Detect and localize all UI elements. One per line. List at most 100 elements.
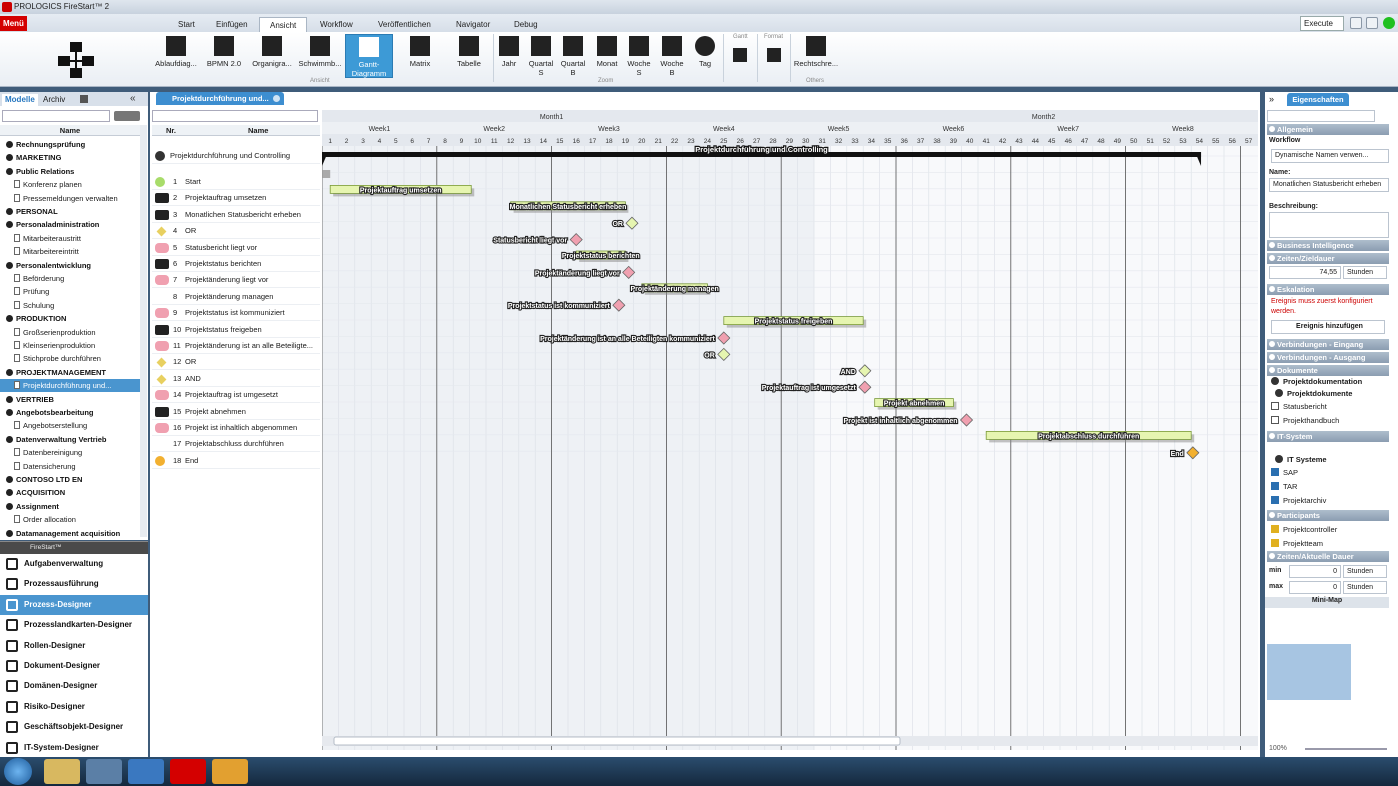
tree-group[interactable]: Personaladministration: [0, 218, 140, 231]
tab-modelle[interactable]: Modelle: [2, 94, 38, 106]
participant-projektteam[interactable]: Projektteam: [1271, 539, 1323, 548]
min-field[interactable]: 0: [1289, 565, 1341, 578]
section-verbindungen-ausgang[interactable]: Verbindungen - Ausgang: [1267, 352, 1389, 363]
minimap[interactable]: [1267, 644, 1351, 700]
tab-debug[interactable]: Debug: [504, 17, 548, 32]
tree-group[interactable]: PERSONAL: [0, 205, 140, 218]
zoom-quartal-b-button[interactable]: Quartal B: [558, 34, 588, 78]
tab-einfuegen[interactable]: Einfügen: [206, 17, 258, 32]
section-business-intelligence[interactable]: Business Intelligence: [1267, 240, 1389, 251]
designer-item[interactable]: Aufgabenverwaltung: [0, 554, 148, 574]
max-unit-select[interactable]: Stunden: [1343, 581, 1387, 594]
organigramm-button[interactable]: Organigra...: [248, 34, 296, 78]
zoom-monat-button[interactable]: Monat: [592, 34, 622, 78]
target-unit-select[interactable]: Stunden: [1343, 266, 1387, 279]
designer-item[interactable]: Rollen-Designer: [0, 636, 148, 656]
table-row[interactable]: 17 Projektabschluss durchführen: [152, 436, 320, 453]
zoom-jahr-button[interactable]: Jahr: [494, 34, 524, 78]
bpmn-button[interactable]: BPMN 2.0: [200, 34, 248, 78]
schwimmbahn-button[interactable]: Schwimmb...: [296, 34, 344, 78]
help-icon[interactable]: [1366, 17, 1378, 29]
doc-group-projektdokumentation[interactable]: Projektdokumentation: [1271, 377, 1362, 386]
tree-item[interactable]: Pressemeldungen verwalten: [0, 192, 140, 205]
add-event-button[interactable]: Ereignis hinzufügen: [1271, 320, 1385, 334]
expand-icon[interactable]: »: [1269, 94, 1274, 104]
tree-item[interactable]: Kleinserienproduktion: [0, 339, 140, 352]
table-row[interactable]: 6 Projektstatus berichten: [152, 256, 320, 272]
tree-item[interactable]: Konferenz planen: [0, 178, 140, 191]
tree-item[interactable]: Prüfung: [0, 285, 140, 298]
table-row[interactable]: 10 Projektstatus freigeben: [152, 322, 320, 338]
min-unit-select[interactable]: Stunden: [1343, 565, 1387, 578]
table-row[interactable]: 2 Projektauftrag umsetzen: [152, 190, 320, 207]
table-row[interactable]: 5 Statusbericht liegt vor: [152, 240, 320, 256]
table-row[interactable]: 13 AND: [152, 371, 320, 387]
designer-item[interactable]: Prozessausführung: [0, 574, 148, 594]
tab-start[interactable]: Start: [168, 17, 205, 32]
document-tab[interactable]: Projektdurchführung und...: [156, 92, 284, 105]
doc-statusbericht[interactable]: Statusbericht: [1271, 402, 1327, 411]
tree-group[interactable]: Rechnungsprüfung: [0, 138, 140, 151]
designer-item[interactable]: IT-System-Designer: [0, 738, 148, 758]
tab-veroeffentlichen[interactable]: Veröffentlichen: [368, 17, 441, 32]
tree-group[interactable]: CONTOSO LTD EN: [0, 473, 140, 486]
media-player-icon[interactable]: [86, 759, 122, 784]
target-duration-field[interactable]: 74,55: [1269, 266, 1341, 279]
tree-group[interactable]: MARKETING: [0, 151, 140, 164]
description-field[interactable]: [1269, 212, 1389, 238]
table-row[interactable]: 18 End: [152, 453, 320, 469]
trash-icon[interactable]: [80, 95, 88, 103]
tree-item[interactable]: Schulung: [0, 299, 140, 312]
tree-group[interactable]: PROJEKTMANAGEMENT: [0, 366, 140, 379]
properties-search-input[interactable]: [1267, 110, 1375, 122]
tree-item[interactable]: Großserienproduktion: [0, 326, 140, 339]
tree-item[interactable]: Beförderung: [0, 272, 140, 285]
section-verbindungen-eingang[interactable]: Verbindungen - Eingang: [1267, 339, 1389, 350]
document-search-input[interactable]: [152, 110, 318, 122]
it-tar[interactable]: TAR: [1271, 482, 1297, 491]
max-field[interactable]: 0: [1289, 581, 1341, 594]
designer-item[interactable]: Prozesslandkarten-Designer: [0, 615, 148, 635]
section-allgemein[interactable]: Allgemein: [1267, 124, 1389, 135]
designer-item[interactable]: Dokument-Designer: [0, 656, 148, 676]
matrix-button[interactable]: Matrix: [396, 34, 444, 78]
table-row[interactable]: 12 OR: [152, 354, 320, 371]
dynamic-names-button[interactable]: Dynamische Namen verwen...: [1271, 149, 1389, 163]
section-zeiten-aktuelle-dauer[interactable]: Zeiten/Aktuelle Dauer: [1267, 551, 1389, 562]
designer-item[interactable]: Geschäftsobjekt-Designer: [0, 717, 148, 737]
gantt-options-button[interactable]: [728, 46, 752, 76]
section-it-system[interactable]: IT-System: [1267, 431, 1389, 442]
firestart-taskbar-icon[interactable]: [170, 759, 206, 784]
outlook-icon[interactable]: [212, 759, 248, 784]
tree-group[interactable]: Assignment: [0, 500, 140, 513]
filter-icon[interactable]: [114, 111, 140, 121]
tree-item[interactable]: Angebotserstellung: [0, 419, 140, 432]
section-participants[interactable]: Participants: [1267, 510, 1389, 521]
root-row[interactable]: Projektdurchführung und Controlling: [152, 148, 320, 164]
doc-projekthandbuch[interactable]: Projekthandbuch: [1271, 416, 1339, 425]
table-row[interactable]: 1 Start: [152, 174, 320, 190]
section-eskalation[interactable]: Eskalation: [1267, 284, 1389, 295]
zoom-quartal-s-button[interactable]: Quartal S: [526, 34, 556, 78]
zoom-tag-button[interactable]: Tag: [690, 34, 720, 78]
zoom-slider[interactable]: [1305, 748, 1387, 750]
table-row[interactable]: 7 Projektänderung liegt vor: [152, 272, 320, 289]
it-sap[interactable]: SAP: [1271, 468, 1298, 477]
models-search-input[interactable]: [2, 110, 110, 122]
tree-group[interactable]: Datamanagement acquisition: [0, 527, 140, 540]
tree-item[interactable]: Datenbereinigung: [0, 446, 140, 459]
menu-button[interactable]: Menü: [0, 16, 27, 31]
table-row[interactable]: 3 Monatlichen Statusbericht erheben: [152, 207, 320, 223]
it-projektarchiv[interactable]: Projektarchiv: [1271, 496, 1326, 505]
zoom-woche-b-button[interactable]: Woche B: [657, 34, 687, 78]
gantt-diagram-button[interactable]: Gantt-Diagramm: [345, 34, 393, 78]
ablaufdiagramm-button[interactable]: Ablaufdiag...: [152, 34, 200, 78]
minimize-icon[interactable]: [1350, 17, 1362, 29]
gantt-svg[interactable]: Month1 Month2 Week1 Week2 Week3 Week4 Week5 Wee…: [322, 110, 1258, 750]
zoom-woche-s-button[interactable]: Woche S: [624, 34, 654, 78]
tree-item[interactable]: Order allocation: [0, 513, 140, 526]
table-row[interactable]: 16 Projekt ist inhaltlich abgenommen: [152, 420, 320, 436]
tree-group[interactable]: PRODUKTION: [0, 312, 140, 325]
tree-group[interactable]: Public Relations: [0, 165, 140, 178]
section-dokumente[interactable]: Dokumente: [1267, 365, 1389, 376]
